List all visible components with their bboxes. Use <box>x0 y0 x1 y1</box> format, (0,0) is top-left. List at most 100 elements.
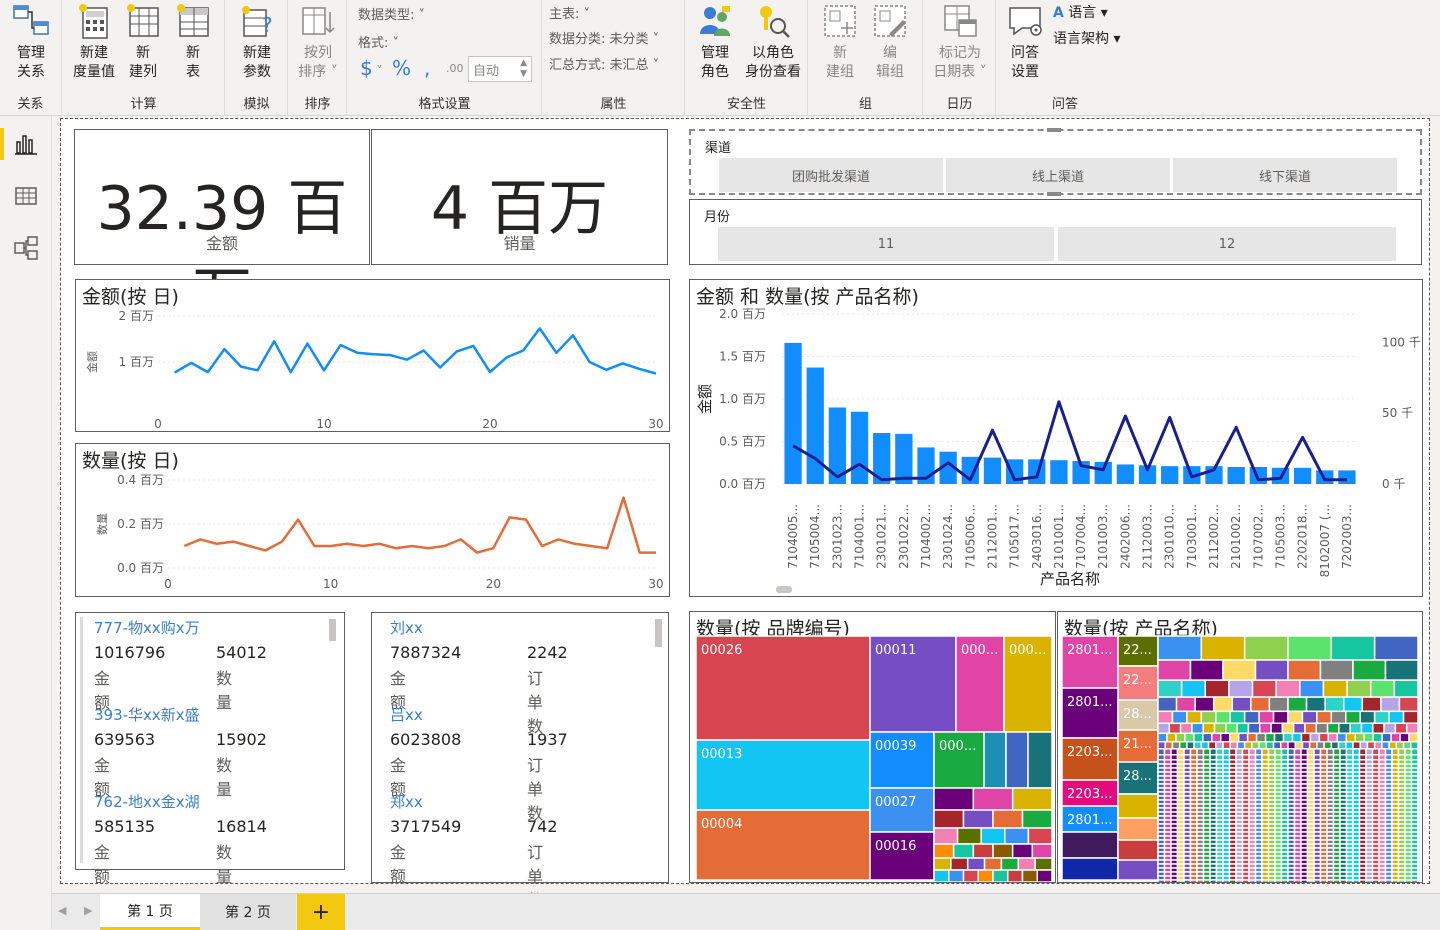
multi-row-card-salespeople[interactable]: 刘xx 7887324 金额 2242 订单数吕xx 6023808 金额 19… <box>371 612 669 883</box>
treemap-tile <box>1236 880 1243 882</box>
treemap-tile-label: 22... <box>1123 673 1152 688</box>
group-label-whatif: 模拟 <box>226 93 287 112</box>
slicer-option-offline[interactable]: 线下渠道 <box>1173 158 1397 192</box>
manage-relationships-button[interactable]: 管理 关系 <box>6 2 56 82</box>
treemap-tile-label: 28... <box>1123 769 1152 784</box>
treemap-tile <box>1344 697 1363 711</box>
group-label-groups: 组 <box>809 93 922 112</box>
new-column-button[interactable]: 新 建列 <box>121 2 165 82</box>
treemap-tile <box>1187 742 1194 749</box>
new-group-icon <box>821 2 859 40</box>
multi-row-card-stores[interactable]: 777-物xx购x万 1016796 金额 54012 数量393-华xx新x盛… <box>75 612 345 870</box>
roles-icon <box>696 2 734 40</box>
slicer-option-online[interactable]: 线上渠道 <box>946 158 1170 192</box>
slicer-option-group-wholesale[interactable]: 团购批发渠道 <box>719 158 943 192</box>
treemap-tile <box>1191 749 1198 755</box>
y-tick-label: 0.0 百万 <box>117 561 164 575</box>
sort-by-column-button[interactable]: 按列 排序 ˅ <box>293 2 343 82</box>
report-view-button[interactable] <box>0 122 52 166</box>
sort-icon <box>299 2 337 40</box>
treemap-tile <box>1158 733 1167 741</box>
list-item-label-1: 金额 <box>390 839 406 887</box>
view-as-roles-button[interactable]: 以角色 身份查看 <box>740 2 806 82</box>
treemap-tile <box>1353 749 1360 755</box>
spinner-icon[interactable]: ▲▼ <box>520 58 527 80</box>
page-tab-1[interactable]: 第 1 页 <box>100 894 200 930</box>
model-icon <box>13 235 39 261</box>
combo-chart-product[interactable]: 金额 和 数量(按 产品名称) 2.0 百万1.5 百万1.0 百万0.5 百万… <box>689 279 1423 597</box>
treemap-tile <box>1269 697 1288 711</box>
mark-as-date-table-button[interactable]: 标记为 日期表 ˅ <box>928 2 992 82</box>
treemap-tile <box>1257 733 1266 741</box>
treemap-tile <box>1276 680 1300 697</box>
treemap-tile <box>1230 749 1237 755</box>
multi-row-card-2-scrollbar[interactable] <box>655 619 662 647</box>
y-axis-title: 金额 <box>85 351 99 373</box>
format-dropdown[interactable]: 格式: ˅ <box>358 32 399 51</box>
new-table-button[interactable]: 新 表 <box>171 2 215 82</box>
new-group-button[interactable]: 新 建组 <box>817 2 863 82</box>
percent-button[interactable]: % <box>392 56 411 80</box>
prev-page-icon[interactable]: ◀ <box>58 904 66 917</box>
treemap-tile <box>1381 697 1400 711</box>
page-tab-2[interactable]: 第 2 页 <box>200 894 296 930</box>
list-item-title: 393-华xx新x盛 <box>94 704 200 725</box>
currency-button[interactable]: $ ˅ <box>360 56 383 80</box>
parameter-icon: ? <box>238 2 276 40</box>
edit-group-button[interactable]: 编 辑组 <box>867 2 913 82</box>
treemap-tile <box>1327 880 1334 882</box>
treemap-tile <box>1362 697 1381 711</box>
new-measure-button[interactable]: 新建 度量值 <box>69 2 119 82</box>
slicer-option-12[interactable]: 12 <box>1058 227 1396 261</box>
group-label-sort: 排序 <box>289 93 346 112</box>
treemap-tile <box>1259 711 1273 723</box>
treemap-tile-label: 000... <box>939 739 976 754</box>
qa-setup-button[interactable]: 问答 设置 <box>1001 2 1049 82</box>
treemap-tile <box>1230 733 1239 741</box>
edit-group-icon <box>871 2 909 40</box>
model-view-button[interactable] <box>0 226 52 270</box>
linguistic-schema-dropdown[interactable]: 语言架构 ▾ <box>1053 28 1120 48</box>
summarize-dropdown[interactable]: 汇总方式: 未汇总 ˅ <box>549 54 659 73</box>
treemap-tile <box>1236 749 1243 755</box>
treemap-tile <box>1165 742 1172 749</box>
slicer-option-11[interactable]: 11 <box>718 227 1054 261</box>
data-view-button[interactable] <box>0 174 52 218</box>
treemap-tile <box>1201 711 1215 723</box>
treemap-tile <box>1392 749 1399 755</box>
treemap-brand[interactable]: 数量(按 品牌编号) 0002600011000...000...0001300… <box>689 611 1056 883</box>
language-dropdown[interactable]: A 语言 ▾ <box>1053 2 1108 22</box>
line-chart-quantity[interactable]: 数量(按 日) 0.4 百万0.2 百万0.0 百万0102030数量 <box>75 443 670 597</box>
data-category-dropdown[interactable]: 数据分类: 未分类 ˅ <box>549 28 659 47</box>
decimal-places-input[interactable]: 自动 ▲▼ <box>468 56 532 82</box>
home-table-dropdown[interactable]: 主表: ˅ <box>549 3 590 22</box>
resize-handle-top[interactable] <box>1047 128 1061 132</box>
x-tick-label: 2101003... <box>1096 504 1110 569</box>
new-parameter-button[interactable]: ? 新建 参数 <box>232 2 282 82</box>
slicer-month[interactable]: 月份 11 12 <box>689 199 1422 265</box>
treemap-tile <box>1386 749 1393 755</box>
slicer-channel-title: 渠道 <box>705 137 731 156</box>
resize-handle-bottom[interactable] <box>1047 192 1061 196</box>
x-tick-label: 7104002... <box>919 504 933 569</box>
bar <box>1250 467 1267 484</box>
card-sales[interactable]: 4 百万 销量 <box>371 129 668 265</box>
card-amount[interactable]: 32.39 百万 金额 <box>74 129 370 265</box>
manage-roles-button[interactable]: 管理 角色 <box>690 2 740 82</box>
next-page-icon[interactable]: ▶ <box>84 904 92 917</box>
slicer-channel[interactable]: 渠道 团购批发渠道 线上渠道 线下渠道 <box>689 129 1422 195</box>
combo-chart-scrollbar[interactable] <box>776 586 792 593</box>
treemap-tile <box>1375 636 1418 660</box>
data-type-dropdown[interactable]: 数据类型: ˅ <box>358 4 425 23</box>
comma-button[interactable]: , <box>424 56 430 80</box>
treemap-tile <box>1259 742 1266 749</box>
add-page-button[interactable]: + <box>297 894 345 930</box>
list-item-value-1: 585135 <box>94 817 155 836</box>
treemap-tile <box>1165 749 1172 755</box>
treemap-product[interactable]: 数量(按 产品名称) 2801...22...22...2801...28...… <box>1057 611 1423 883</box>
treemap-tile <box>1295 749 1302 755</box>
line-chart-amount[interactable]: 金额(按 日) 2 百万1 百万0102030金额 <box>75 279 670 432</box>
decimals-button[interactable]: .00 <box>446 62 464 75</box>
x-tick-label: 20 <box>486 577 501 591</box>
multi-row-card-scrollbar[interactable] <box>329 619 336 641</box>
